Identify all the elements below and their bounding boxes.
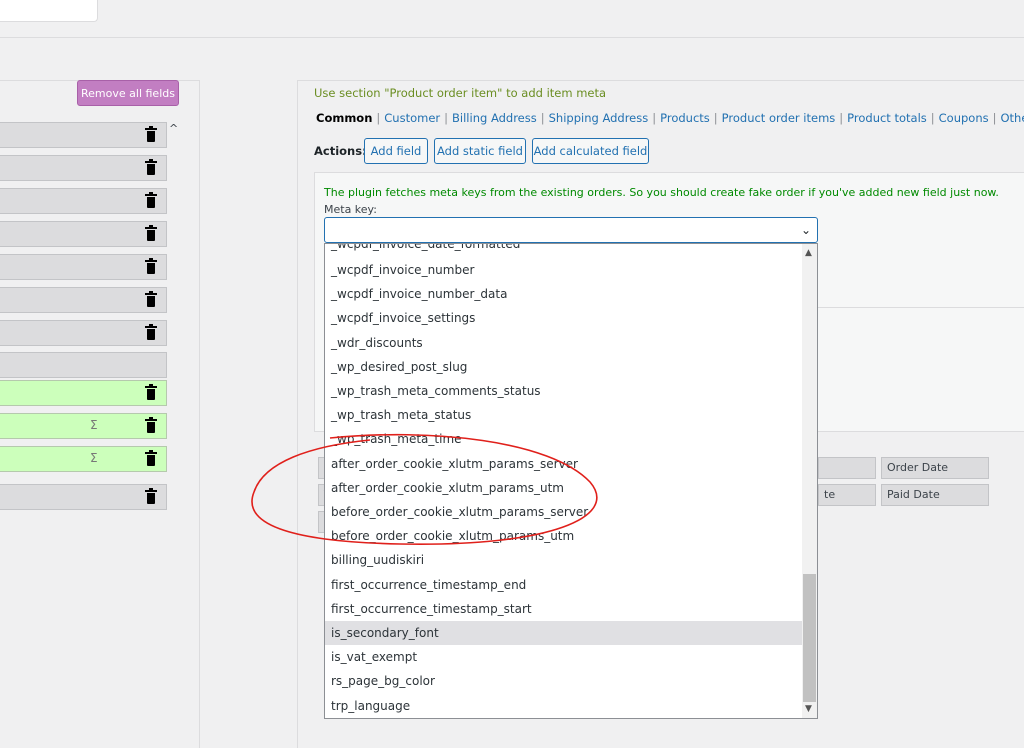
list-item[interactable]: rs_page_bg_color [325, 669, 803, 693]
trash-icon[interactable] [145, 258, 157, 274]
product-item-hint: Use section "Product order item" to add … [314, 86, 607, 100]
list-item[interactable]: _wdr_discounts [325, 331, 803, 355]
field-row[interactable]: Σ [0, 413, 167, 439]
tab-separator: | [376, 111, 381, 125]
add-static-field-button[interactable]: Add static field [434, 138, 526, 164]
field-row[interactable] [0, 287, 167, 313]
top-text-input[interactable] [0, 0, 98, 22]
trash-icon[interactable] [145, 488, 157, 504]
tab-separator: | [713, 111, 718, 125]
trash-icon[interactable] [145, 225, 157, 241]
add-calculated-field-button[interactable]: Add calculated field [532, 138, 649, 164]
field-row[interactable] [0, 188, 167, 214]
trash-icon[interactable] [145, 126, 157, 142]
scrollbar-thumb[interactable] [803, 574, 816, 702]
sigma-icon: Σ [90, 418, 98, 432]
list-item[interactable]: before_order_cookie_xlutm_params_utm [325, 524, 803, 548]
list-item[interactable]: is_vat_exempt [325, 645, 803, 669]
list-item[interactable]: first_occurrence_timestamp_start [325, 597, 803, 621]
list-item[interactable]: after_order_cookie_xlutm_params_utm [325, 476, 803, 500]
field-row[interactable] [0, 484, 167, 510]
meta-key-label: Meta key: [324, 203, 377, 216]
field-row[interactable] [0, 221, 167, 247]
list-item[interactable]: _wp_trash_meta_comments_status [325, 379, 803, 403]
chevron-up-icon[interactable]: ▲ [805, 248, 812, 258]
meta-key-select[interactable]: ⌄ [324, 217, 818, 243]
list-item[interactable]: _wp_trash_meta_time [325, 427, 803, 451]
trash-icon[interactable] [145, 450, 157, 466]
list-item[interactable]: trp_language [325, 694, 803, 718]
remove-all-fields-button[interactable]: Remove all fields [77, 80, 179, 106]
chevron-down-icon[interactable]: ⌄ [801, 223, 811, 237]
trash-icon[interactable] [145, 291, 157, 307]
tab-other-items[interactable]: Other items [1001, 111, 1024, 125]
add-field-button[interactable]: Add field [364, 138, 428, 164]
chevron-down-icon[interactable]: ▼ [805, 704, 812, 714]
field-row[interactable] [0, 352, 167, 378]
field-row[interactable]: Σ [0, 446, 167, 472]
trash-icon[interactable] [145, 324, 157, 340]
tab-billing-address[interactable]: Billing Address [452, 111, 537, 125]
tab-product-totals[interactable]: Product totals [847, 111, 927, 125]
sigma-icon: Σ [90, 451, 98, 465]
order-date-field[interactable]: Order Date [881, 457, 989, 479]
tab-product-order-items[interactable]: Product order items [722, 111, 836, 125]
tab-separator: | [992, 111, 997, 125]
list-item[interactable]: first_occurrence_timestamp_end [325, 573, 803, 597]
actions-label: Actions: [314, 144, 367, 158]
tab-separator: | [540, 111, 545, 125]
list-item[interactable]: _wcpdf_invoice_date_formatted [325, 244, 803, 256]
field-row[interactable] [0, 122, 167, 148]
dropdown-scrollbar[interactable]: ▲ ▼ [802, 244, 817, 718]
section-tabs: Common | Customer | Billing Address | Shipping… [316, 111, 1024, 125]
field-row[interactable] [0, 320, 167, 346]
tab-separator: | [444, 111, 449, 125]
divider [0, 37, 1024, 38]
list-item[interactable]: _wcpdf_invoice_number_data [325, 282, 803, 306]
tab-products[interactable]: Products [660, 111, 710, 125]
paid-date-field[interactable]: Paid Date [881, 484, 989, 506]
list-item[interactable]: _wp_trash_meta_status [325, 403, 803, 427]
trash-icon[interactable] [145, 192, 157, 208]
tab-customer[interactable]: Customer [384, 111, 440, 125]
trash-icon[interactable] [145, 159, 157, 175]
tab-shipping-address[interactable]: Shipping Address [549, 111, 649, 125]
trash-icon[interactable] [145, 384, 157, 400]
list-item[interactable]: before_order_cookie_xlutm_params_server [325, 500, 803, 524]
trash-icon[interactable] [145, 417, 157, 433]
tab-common[interactable]: Common [316, 111, 372, 125]
fetch-message: The plugin fetches meta keys from the ex… [324, 186, 999, 199]
field-row[interactable] [0, 155, 167, 181]
list-item[interactable]: _wp_desired_post_slug [325, 355, 803, 379]
tab-separator: | [652, 111, 657, 125]
field-row[interactable] [0, 254, 167, 280]
divider [818, 307, 1024, 308]
list-item[interactable]: _wcpdf_invoice_number [325, 258, 803, 282]
background-field[interactable]: te [818, 484, 876, 506]
list-item[interactable]: after_order_cookie_xlutm_params_server [325, 452, 803, 476]
tab-separator: | [930, 111, 935, 125]
list-item[interactable]: is_secondary_font [325, 621, 803, 645]
list-item[interactable]: _wcpdf_invoice_settings [325, 306, 803, 330]
tab-separator: | [839, 111, 844, 125]
background-field[interactable] [818, 457, 876, 479]
field-row[interactable] [0, 380, 167, 406]
chevron-up-icon[interactable]: ^ [169, 122, 178, 135]
list-item[interactable]: billing_uudiskiri [325, 548, 803, 572]
meta-key-dropdown[interactable]: _wcpdf_invoice_date_formatted _wcpdf_inv… [324, 243, 818, 719]
tab-coupons[interactable]: Coupons [939, 111, 989, 125]
